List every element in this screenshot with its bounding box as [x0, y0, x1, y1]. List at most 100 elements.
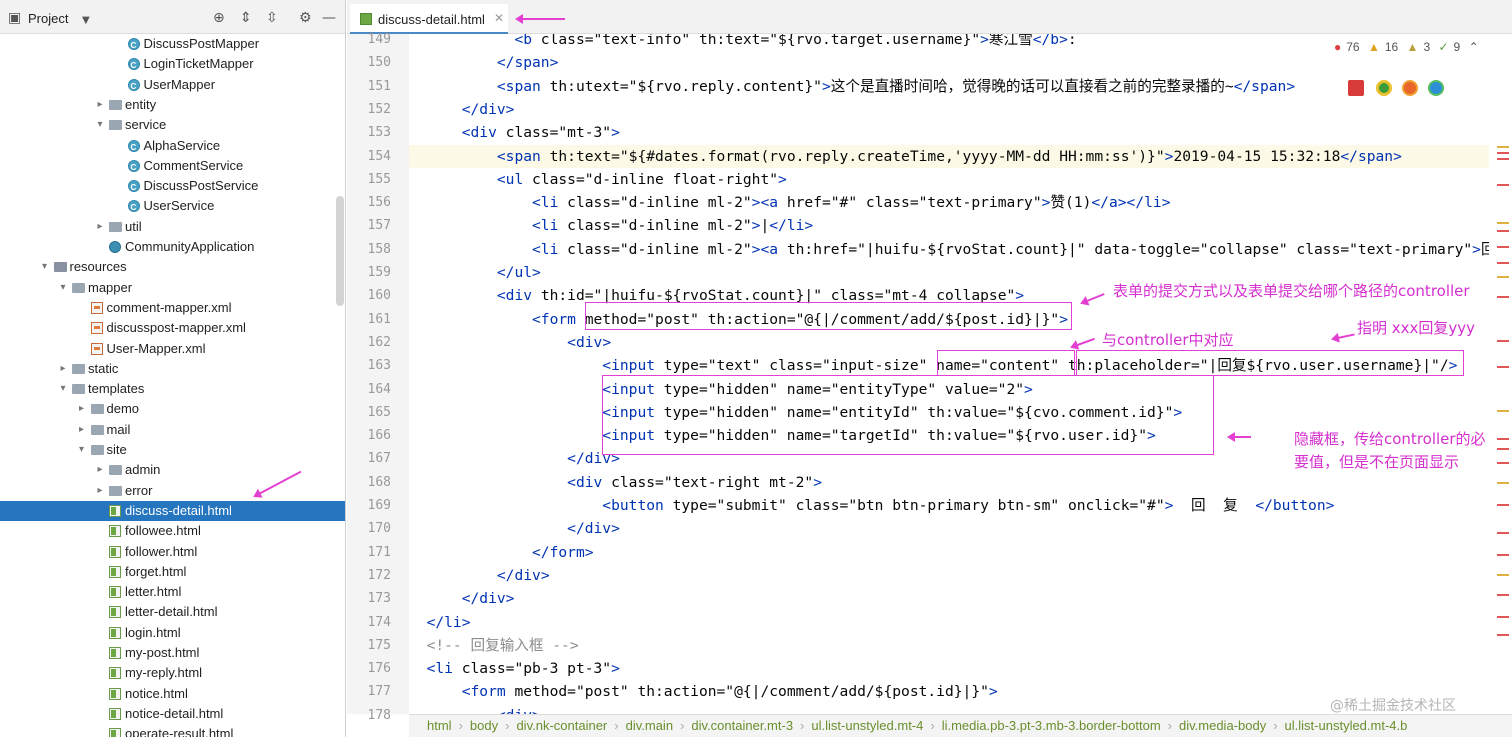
breadcrumb-item[interactable]: div.container.mt-3: [691, 718, 793, 733]
code-line[interactable]: </li>: [409, 611, 1489, 634]
tree-item[interactable]: User-Mapper.xml: [0, 339, 345, 359]
breadcrumb-item[interactable]: li.media.pb-3.pt-3.mb-3.border-bottom: [942, 718, 1161, 733]
breadcrumb-item[interactable]: div.main: [626, 718, 673, 733]
code-line[interactable]: </form>: [409, 541, 1489, 564]
chevron-right-icon[interactable]: ▸: [77, 420, 87, 440]
error-marker[interactable]: [1497, 410, 1509, 412]
breadcrumb-item[interactable]: div.nk-container: [516, 718, 607, 733]
tree-item[interactable]: letter-detail.html: [0, 602, 345, 622]
edge-icon[interactable]: [1428, 80, 1444, 96]
tree-item[interactable]: letter.html: [0, 582, 345, 602]
error-stripe[interactable]: [1493, 34, 1512, 714]
tree-item[interactable]: AlphaService: [0, 136, 345, 158]
tree-item[interactable]: ▸ error: [0, 481, 345, 501]
project-view-icon[interactable]: ▣: [8, 11, 21, 25]
tree-item[interactable]: DiscussPostMapper: [0, 34, 345, 56]
close-icon[interactable]: ✕: [494, 11, 504, 25]
tree-item[interactable]: discuss-detail.html: [0, 500, 345, 521]
minimize-icon[interactable]: —: [322, 11, 336, 25]
firefox-icon[interactable]: [1402, 80, 1418, 96]
intellij-browser-icon[interactable]: [1348, 80, 1364, 96]
error-marker[interactable]: [1497, 574, 1509, 576]
error-marker[interactable]: [1497, 448, 1509, 450]
tree-item[interactable]: discusspost-mapper.xml: [0, 318, 345, 338]
tree-item[interactable]: CommentService: [0, 156, 345, 178]
error-marker[interactable]: [1497, 532, 1509, 534]
tree-item[interactable]: ▾ mapper: [0, 278, 345, 298]
expand-all-icon[interactable]: ⇕: [240, 11, 252, 25]
error-marker[interactable]: [1497, 554, 1509, 556]
chevron-right-icon[interactable]: ▸: [95, 217, 105, 237]
tree-item[interactable]: ▸ util: [0, 217, 345, 237]
tree-item[interactable]: followee.html: [0, 521, 345, 541]
tree-item[interactable]: ▸ static: [0, 359, 345, 379]
inspection-widget[interactable]: ● 76 ▲ 16 ▲ 3 ✓ 9 ⌃: [1334, 40, 1484, 54]
locate-icon[interactable]: ⊕: [213, 11, 225, 25]
code-line[interactable]: </span>: [409, 51, 1489, 74]
error-marker[interactable]: [1497, 276, 1509, 278]
gear-icon[interactable]: ⚙: [299, 11, 312, 25]
tree-item[interactable]: UserService: [0, 196, 345, 218]
chevron-down-icon[interactable]: ▾: [95, 115, 105, 135]
project-title[interactable]: Project: [28, 11, 68, 26]
error-marker[interactable]: [1497, 594, 1509, 596]
error-marker[interactable]: [1497, 158, 1509, 160]
code-line[interactable]: <li class="d-inline ml-2">|</li>: [409, 214, 1489, 237]
breadcrumb-item[interactable]: div.media-body: [1179, 718, 1266, 733]
tree-item[interactable]: DiscussPostService: [0, 176, 345, 198]
tree-item[interactable]: comment-mapper.xml: [0, 298, 345, 318]
error-marker[interactable]: [1497, 616, 1509, 618]
error-marker[interactable]: [1497, 222, 1509, 224]
error-marker[interactable]: [1497, 438, 1509, 440]
tree-scrollbar[interactable]: [336, 196, 344, 306]
code-line[interactable]: <span th:text="${#dates.format(rvo.reply…: [409, 144, 1489, 168]
chevron-down-icon[interactable]: ▾: [40, 257, 50, 277]
tree-item[interactable]: ▸ admin: [0, 460, 345, 480]
code-line[interactable]: <div class="mt-3">: [409, 121, 1489, 144]
error-marker[interactable]: [1497, 462, 1509, 464]
collapse-all-icon[interactable]: ⇳: [266, 11, 278, 25]
chevron-down-icon[interactable]: ▾: [77, 440, 87, 460]
breadcrumb-item[interactable]: body: [470, 718, 498, 733]
tree-item[interactable]: CommunityApplication: [0, 237, 345, 257]
tree-item[interactable]: notice.html: [0, 684, 345, 704]
error-marker[interactable]: [1497, 340, 1509, 342]
chrome-icon[interactable]: [1376, 80, 1392, 96]
chevron-right-icon[interactable]: ▸: [58, 359, 68, 379]
tree-item[interactable]: my-post.html: [0, 643, 345, 663]
tree-item[interactable]: operate-result.html: [0, 724, 345, 737]
error-marker[interactable]: [1497, 366, 1509, 368]
tree-item[interactable]: LoginTicketMapper: [0, 54, 345, 76]
tree-item[interactable]: ▾ templates: [0, 379, 345, 399]
tree-item[interactable]: follower.html: [0, 542, 345, 562]
chevron-right-icon[interactable]: ▸: [77, 399, 87, 419]
chevron-down-icon[interactable]: ▾: [58, 379, 68, 399]
code-line[interactable]: <ul class="d-inline float-right">: [409, 168, 1489, 191]
code-line[interactable]: <div class="text-right mt-2">: [409, 471, 1489, 494]
error-marker[interactable]: [1497, 504, 1509, 506]
error-marker[interactable]: [1497, 482, 1509, 484]
tree-item[interactable]: ▾ resources: [0, 257, 345, 277]
code-line[interactable]: <li class="pb-3 pt-3">: [409, 657, 1489, 680]
chevron-down-icon[interactable]: ▾: [58, 278, 68, 298]
error-marker[interactable]: [1497, 146, 1509, 148]
chevron-right-icon[interactable]: ▸: [95, 481, 105, 501]
breadcrumb-item[interactable]: ul.list-unstyled.mt-4.b: [1285, 718, 1408, 733]
error-marker[interactable]: [1497, 296, 1509, 298]
code-line[interactable]: <form method="post" th:action="@{|/comme…: [409, 680, 1489, 703]
error-marker[interactable]: [1497, 152, 1509, 154]
error-marker[interactable]: [1497, 246, 1509, 248]
code-line[interactable]: <button type="submit" class="btn btn-pri…: [409, 494, 1489, 517]
code-line[interactable]: <span th:utext="${rvo.reply.content}">这个…: [409, 75, 1489, 98]
tree-item[interactable]: ▸ entity: [0, 95, 345, 115]
code-line[interactable]: <li class="d-inline ml-2"><a href="#" cl…: [409, 191, 1489, 214]
chevron-down-icon[interactable]: ▼: [82, 14, 90, 28]
tree-item[interactable]: forget.html: [0, 562, 345, 582]
error-marker[interactable]: [1497, 634, 1509, 636]
chevron-up-icon[interactable]: ⌃: [1469, 40, 1479, 54]
breadcrumb-item[interactable]: ul.list-unstyled.mt-4: [811, 718, 923, 733]
code-line[interactable]: </div>: [409, 564, 1489, 587]
code-line[interactable]: <b class="text-info" th:text="${rvo.targ…: [409, 34, 1489, 51]
tree-item[interactable]: notice-detail.html: [0, 704, 345, 724]
code-line[interactable]: </div>: [409, 587, 1489, 610]
